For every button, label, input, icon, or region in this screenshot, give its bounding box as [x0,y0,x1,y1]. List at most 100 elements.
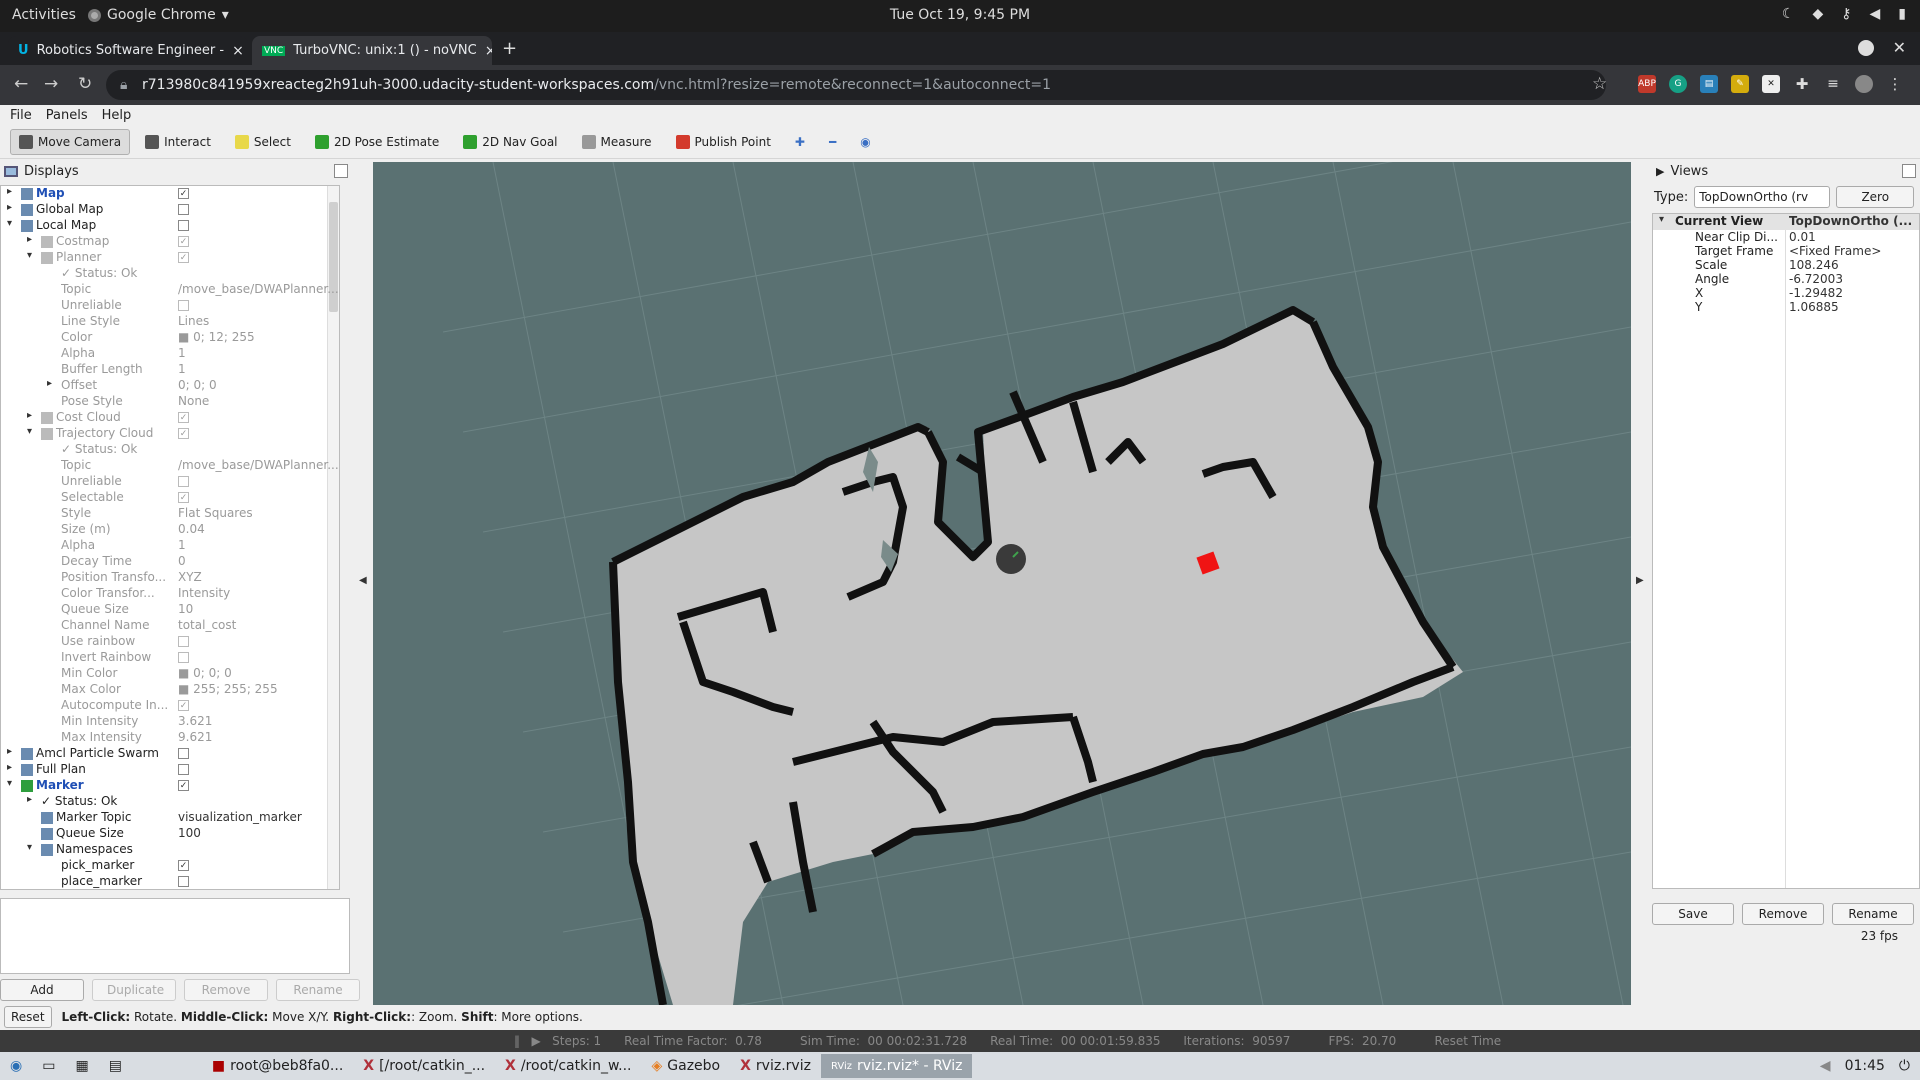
display-row[interactable]: Marker Topic visualization_marker [1,810,339,826]
view-prop-value[interactable]: -1.29482 [1789,286,1917,300]
back-icon[interactable]: ← [14,74,28,94]
float-panel-icon[interactable] [1902,164,1916,178]
task-xterm-catkin-1[interactable]: X [/root/catkin_... [353,1054,495,1078]
display-checkbox[interactable] [178,636,189,647]
rename-view-button[interactable]: Rename [1832,903,1914,925]
app-menu[interactable]: Google Chrome ▾ [88,7,229,23]
tool-6[interactable]: Publish Point [667,129,780,155]
adblock-icon[interactable]: ABP [1638,75,1656,93]
display-checkbox[interactable] [178,204,189,215]
display-row[interactable]: Buffer Length 1 [1,362,339,378]
display-row[interactable]: Max Intensity 9.621 [1,730,339,746]
tab-robotics[interactable]: U Robotics Software Engineer - × [8,36,248,65]
expand-open-icon[interactable]: ▾ [7,778,12,789]
display-value[interactable]: 9.621 [178,730,338,744]
display-row[interactable]: Queue Size 10 [1,602,339,618]
puzzle-icon[interactable]: ✚ [1793,75,1811,93]
view-prop-row[interactable]: Near Clip Di... 0.01 [1653,230,1919,244]
display-checkbox[interactable] [178,652,189,663]
view-prop-value[interactable]: 108.246 [1789,258,1917,272]
zero-button[interactable]: Zero [1836,186,1915,208]
display-checkbox[interactable]: ✓ [178,780,189,791]
new-tab-button[interactable]: + [502,38,517,59]
display-value[interactable]: 10 [178,602,338,616]
extension-x-icon[interactable]: ✕ [1762,75,1780,93]
display-row[interactable]: ▸ Global Map [1,202,339,218]
tool-0[interactable]: Move Camera [10,128,131,155]
display-checkbox[interactable]: ✓ [178,860,189,871]
display-row[interactable]: ▾ Namespaces [1,842,339,858]
display-row[interactable]: ▾ Planner ✓ [1,250,339,266]
collapse-left-icon[interactable]: ◀ [359,575,367,586]
tool-5[interactable]: Measure [573,129,661,155]
avatar[interactable] [1855,75,1873,93]
remove-button[interactable]: Remove [184,979,268,1001]
display-checkbox[interactable] [178,300,189,311]
views-tree[interactable]: ▾ Current View TopDownOrtho (... Near Clip … [1652,213,1920,889]
display-row[interactable]: Queue Size 100 [1,826,339,842]
tab-turbovnc[interactable]: VNC TurboVNC: unix:1 () - noVNC × [252,36,492,65]
display-row[interactable]: ▸ ✓ Status: Ok [1,794,339,810]
expand-closed-icon[interactable]: ▸ [7,746,12,757]
display-row[interactable]: Decay Time 0 [1,554,339,570]
expand-closed-icon[interactable]: ▸ [7,186,12,197]
power-icon[interactable]: ⏻ [1899,1058,1910,1074]
display-value[interactable]: XYZ [178,570,338,584]
display-row[interactable]: ▾ Local Map [1,218,339,234]
display-row[interactable]: Topic/move_base/DWAPlanner... [1,458,339,474]
display-value[interactable]: 100 [178,826,338,840]
reload-icon[interactable]: ↻ [78,74,92,94]
display-row[interactable]: Alpha 1 [1,538,339,554]
camera-type-icon[interactable]: ◉ [851,129,879,155]
display-value[interactable]: /move_base/DWAPlanner... [178,458,338,472]
close-icon[interactable]: × [232,43,244,59]
zoom-out-icon[interactable]: ━ [820,129,845,155]
display-checkbox[interactable]: ✓ [178,188,189,199]
view-prop-value[interactable]: 0.01 [1789,230,1917,244]
add-button[interactable]: Add [0,979,84,1001]
displays-tree[interactable]: ▸ Map ✓ ▸ Global Map ▾ Local Map ▸ Costmap ✓ ▾ Plan… [0,185,340,890]
close-icon[interactable]: × [485,43,492,59]
volume-icon[interactable]: ◀ [1820,1058,1831,1074]
view-prop-row[interactable]: Scale 108.246 [1653,258,1919,272]
display-row[interactable]: Style Flat Squares [1,506,339,522]
remove-view-button[interactable]: Remove [1742,903,1824,925]
clock[interactable]: Tue Oct 19, 9:45 PM [0,7,1920,23]
display-row[interactable]: Min Intensity 3.621 [1,714,339,730]
collapse-right-icon[interactable]: ▶ [1636,575,1644,586]
display-row[interactable]: Pose Style None [1,394,339,410]
display-row[interactable]: ▸ Full Plan [1,762,339,778]
type-select[interactable]: TopDownOrtho (rv ▾ [1694,186,1831,224]
display-row[interactable]: ▾ Marker ✓ [1,778,339,794]
grammarly-icon[interactable]: G [1669,75,1687,93]
task-gazebo[interactable]: ◈ Gazebo [642,1054,731,1078]
display-row[interactable]: Use rainbow [1,634,339,650]
expand-open-icon[interactable]: ▾ [27,842,32,853]
menu-help[interactable]: Help [102,108,132,123]
display-row[interactable]: Position Transfo... XYZ [1,570,339,586]
url-field[interactable]: 🔒︎ r713980c841959xreacteg2h91uh-3000.uda… [106,70,1606,100]
tool-2[interactable]: Select [226,129,300,155]
tool-3[interactable]: 2D Pose Estimate [306,129,448,155]
view-prop-row[interactable]: Angle -6.72003 [1653,272,1919,286]
star-icon[interactable]: ☆ [1592,74,1607,94]
expand-open-icon[interactable]: ▾ [27,250,32,261]
view-prop-row[interactable]: Y 1.06885 [1653,300,1919,314]
display-checkbox[interactable]: ✓ [178,236,189,247]
extension-blue-icon[interactable]: ▤ [1700,75,1718,93]
display-value[interactable]: 1 [178,346,338,360]
task-rviz-window[interactable]: RViz rviz.rviz* - RViz [820,1054,973,1078]
display-row[interactable]: Color ■ 0; 12; 255 [1,330,339,346]
display-checkbox[interactable] [178,748,189,759]
display-row[interactable]: ▸ Offset 0; 0; 0 [1,378,339,394]
display-checkbox[interactable]: ✓ [178,412,189,423]
display-row[interactable]: ▸ Cost Cloud ✓ [1,410,339,426]
display-row[interactable]: ▾ Trajectory Cloud ✓ [1,426,339,442]
menu-file[interactable]: File [10,108,32,123]
display-value[interactable]: ■ 0; 0; 0 [178,666,338,680]
display-checkbox[interactable] [178,220,189,231]
task-terminal-root[interactable]: ■ root@beb8fa0... [202,1054,353,1078]
tool-1[interactable]: Interact [136,129,220,155]
float-panel-icon[interactable] [334,164,348,178]
display-row[interactable]: Selectable ✓ [1,490,339,506]
